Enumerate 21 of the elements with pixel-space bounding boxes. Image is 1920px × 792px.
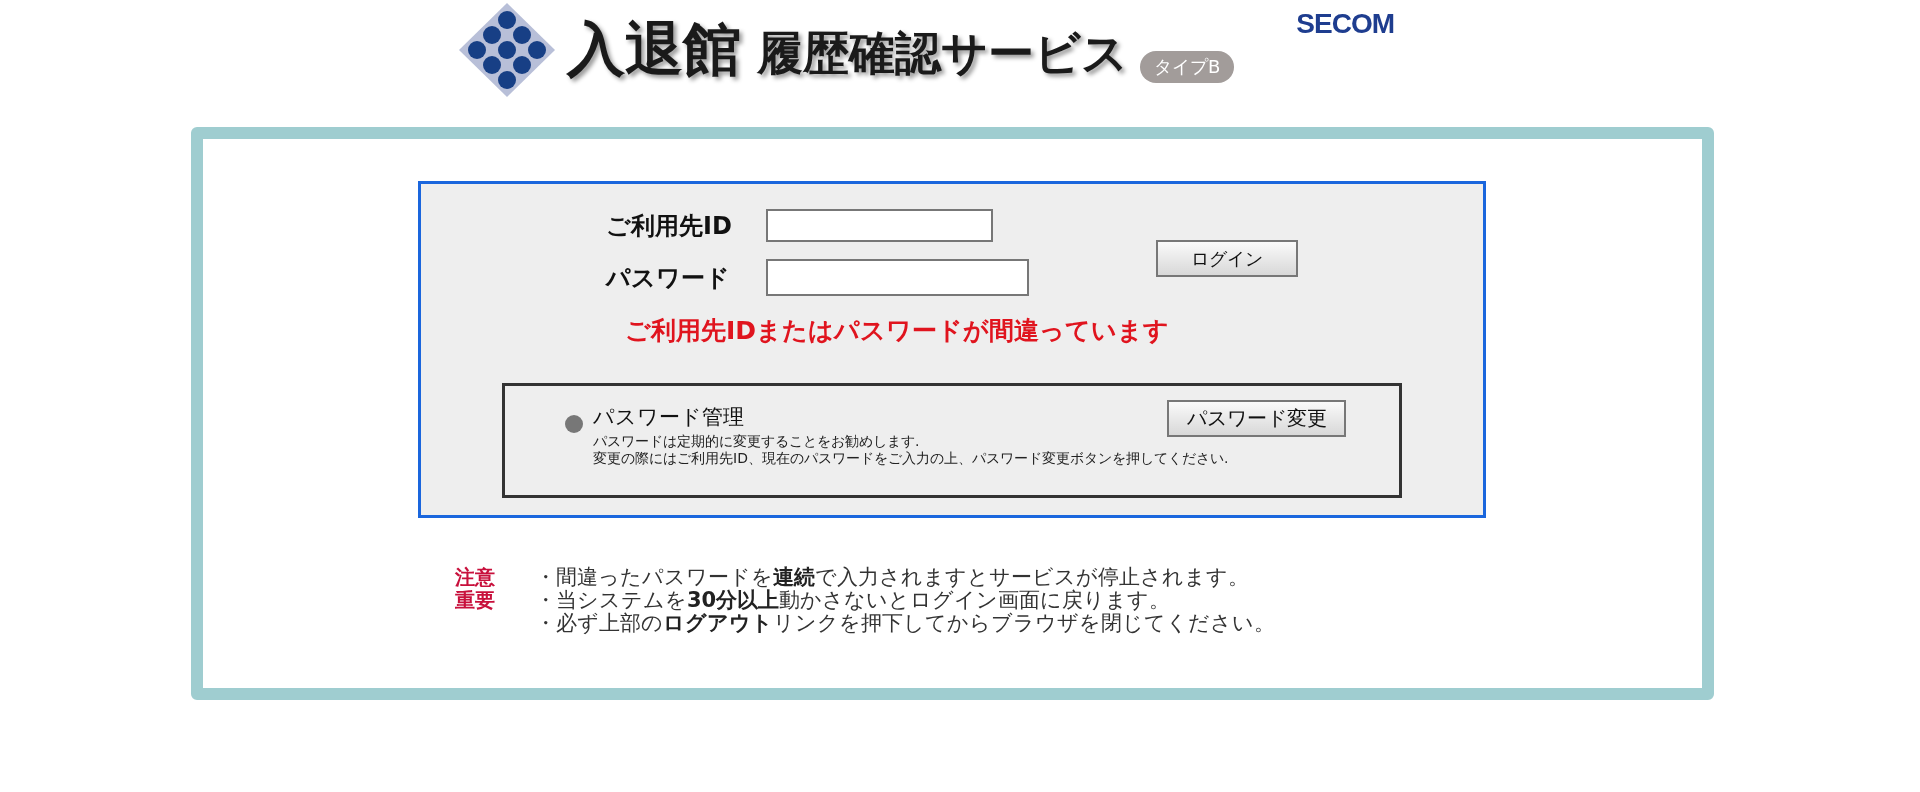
bullet-icon [565,415,583,433]
help-text: 変更の際にはご利用先ID、現在のパスワードをご入力の上、パスワード変更ボタンを押してください. [593,450,1230,467]
field-label: ご利用先ID [606,210,733,242]
notice-label: 重要 [455,589,496,612]
service-subtitle: 履歴確認サービス [757,25,1128,82]
error-message: ご利用先IDまたはパスワードが間違っています [625,315,1171,347]
notice-text: ・必ず上部のログアウトリンクを押下してからブラウザを閉じてください。 [535,612,1275,635]
logo-icon [459,3,555,97]
change-password-button[interactable]: パスワード変更 [1167,400,1346,437]
type-badge: タイプB [1140,51,1235,83]
notice-text: ・当システムを30分以上動かさないとログイン画面に戻ります。 [535,589,1172,612]
login-button[interactable]: ログイン [1156,240,1298,277]
help-text: パスワードは定期的に変更することをお勧めします. [593,433,921,450]
password-field[interactable] [766,259,1029,296]
field-label: パスワード [606,262,731,294]
brand-logo: SECOM [1296,8,1395,40]
notice-text: ・間違ったパスワードを連続で入力されますとサービスが停止されます。 [535,566,1250,589]
service-title: 入退館 [567,14,741,85]
notice-label: 注意 [455,566,496,589]
section-title: パスワード管理 [593,404,744,431]
id-field[interactable] [766,209,993,242]
